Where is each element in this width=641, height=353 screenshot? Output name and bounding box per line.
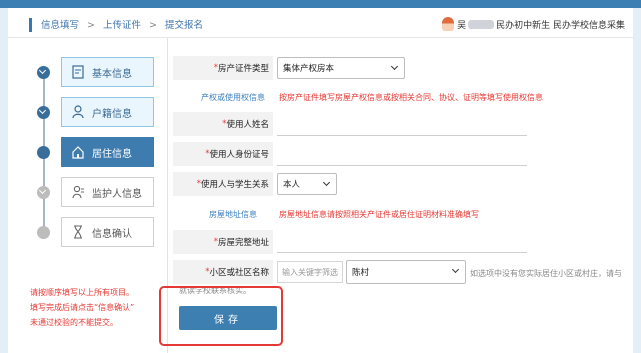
- step-label: 信息确认: [92, 228, 132, 240]
- save-button[interactable]: 保存: [179, 306, 277, 330]
- step-card-active[interactable]: 居住信息: [61, 137, 154, 167]
- breadcrumb-separator: >: [149, 20, 157, 31]
- breadcrumb-separator: >: [87, 20, 95, 31]
- hourglass-icon: [74, 225, 82, 239]
- notice-line: 请按顺序填写以上所有项目。: [30, 288, 134, 297]
- user-info: 吴 民办初中新生 民办学校信息采集: [442, 17, 625, 31]
- section-note-address: 房屋地址信息请按照相关产证件或居住证明材料准确填写: [279, 210, 479, 219]
- step-confirm-info[interactable]: 信息确认: [34, 217, 164, 247]
- notice-line: 未通过校验的不能提交。: [30, 318, 118, 327]
- step-label: 基本信息: [92, 68, 132, 80]
- user-name: 吴: [457, 20, 467, 31]
- section-note-ownership: 按房产证件填写房屋产权信息或按相关合同、协议、证明等填写使用权信息: [279, 93, 543, 102]
- user-avatar-icon: [442, 17, 455, 31]
- step-card[interactable]: 监护人信息: [61, 177, 154, 207]
- community-search-input[interactable]: 输入关键字筛选: [277, 261, 343, 283]
- step-card[interactable]: 户籍信息: [61, 97, 154, 127]
- property-type-select[interactable]: 集体产权房本: [277, 57, 405, 79]
- guardian-icon: [72, 185, 84, 199]
- breadcrumb-item[interactable]: 提交报名: [165, 20, 203, 31]
- user-name-input[interactable]: [277, 135, 527, 136]
- community-label: * 小区或社区名称: [173, 260, 273, 284]
- person-icon: [72, 105, 84, 119]
- section-title-address: 房屋地址信息: [209, 210, 257, 219]
- step-basic-info[interactable]: 基本信息: [34, 57, 164, 87]
- chevron-down-icon: [451, 265, 460, 274]
- page: 信息填写 > 上传证件 > 提交报名 吴 民办初中新生 民办学校信息采集 基本信息 户籍…: [8, 8, 633, 353]
- step-household-info[interactable]: 户籍信息: [34, 97, 164, 127]
- instruction-notice: 请按顺序填写以上所有项目。 填写完成后请点击“信息确认” 未通过校验的不能提交。: [30, 285, 165, 330]
- breadcrumb-bar: 信息填写 > 上传证件 > 提交报名 吴 民办初中新生 民办学校信息采集: [8, 8, 633, 38]
- residence-form: * 房产证件类型 集体产权房本 产权或使用权信息 按房产证件填写房屋产权信息或按相…: [159, 38, 633, 353]
- full-address-input[interactable]: [277, 252, 527, 253]
- document-edit-icon: [72, 65, 84, 79]
- community-hint: 如选项中没有您实际居住小区或村庄，请与: [470, 269, 622, 278]
- breadcrumb-item[interactable]: 上传证件: [103, 20, 141, 31]
- user-role: 民办初中新生 民办学校信息采集: [496, 20, 625, 31]
- blurred-name: [468, 19, 495, 29]
- relation-label: * 使用人与学生关系: [173, 172, 273, 196]
- step-pending-icon: [37, 226, 50, 239]
- step-done-icon: [37, 106, 50, 119]
- breadcrumb: 信息填写 > 上传证件 > 提交报名: [41, 17, 203, 31]
- user-name-label: * 使用人姓名: [173, 112, 273, 136]
- full-address-label: * 房屋完整地址: [173, 230, 273, 254]
- step-guardian-info[interactable]: 监护人信息: [34, 177, 164, 207]
- chevron-down-icon: [322, 178, 331, 187]
- section-title-ownership: 产权或使用权信息: [201, 93, 265, 102]
- top-bar: [0, 0, 641, 8]
- step-card[interactable]: 基本信息: [61, 57, 154, 87]
- property-type-label: * 房产证件类型: [173, 56, 273, 80]
- step-label: 居住信息: [92, 148, 132, 160]
- step-label: 监护人信息: [92, 188, 142, 200]
- step-label: 户籍信息: [92, 108, 132, 120]
- step-card[interactable]: 信息确认: [61, 217, 154, 247]
- notice-line: 填写完成后请点击“信息确认”: [30, 303, 135, 312]
- home-icon: [72, 146, 84, 159]
- user-id-label: * 使用人身份证号: [173, 142, 273, 166]
- breadcrumb-item[interactable]: 信息填写: [41, 20, 79, 31]
- step-current-icon: [37, 146, 50, 159]
- relation-select[interactable]: 本人: [277, 173, 337, 195]
- breadcrumb-accent: [29, 18, 32, 32]
- step-pending-icon: [37, 186, 50, 199]
- step-residence-info[interactable]: 居住信息: [34, 137, 164, 167]
- community-select[interactable]: 陈村: [346, 260, 466, 284]
- chevron-down-icon: [390, 62, 399, 71]
- step-sidebar: 基本信息 户籍信息 居住信息 监护人信息 信息确认 请按顺序填写以上所有项目。 …: [8, 38, 168, 353]
- user-id-input[interactable]: [277, 165, 527, 166]
- step-done-icon: [37, 66, 50, 79]
